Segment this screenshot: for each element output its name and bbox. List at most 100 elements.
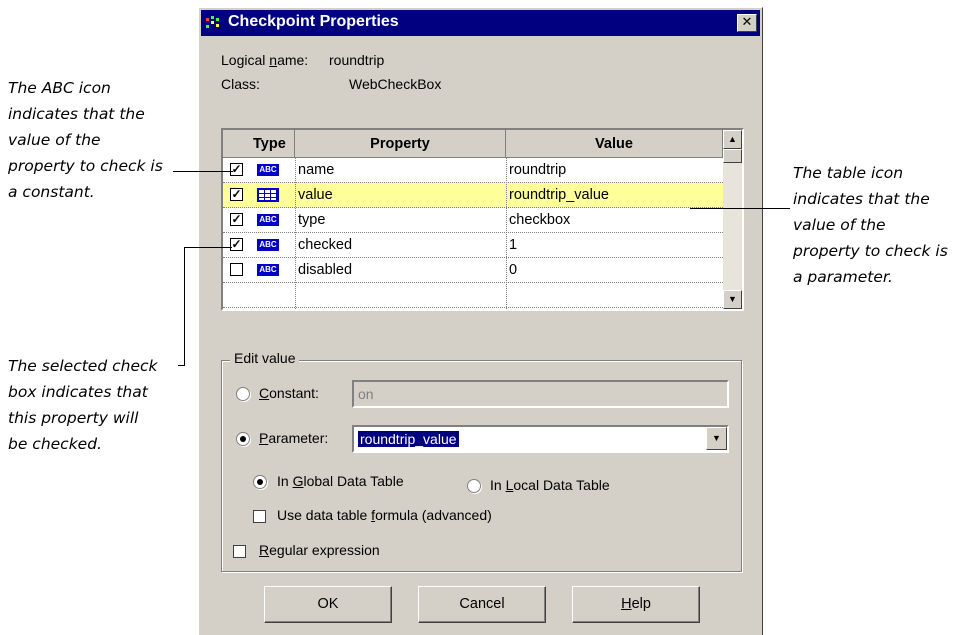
formula-checkbox[interactable]	[253, 510, 266, 523]
local-data-table-radio[interactable]	[467, 479, 481, 493]
abc-icon: ABC	[257, 164, 279, 176]
button-label: Cancel	[459, 596, 505, 612]
chevron-down-icon: ▼	[712, 433, 721, 443]
abc-icon-text: ABC	[259, 215, 277, 224]
check-icon: ✓	[231, 187, 242, 201]
edit-value-group-label: Edit value	[230, 350, 300, 366]
parameter-label[interactable]: Parameter:	[259, 430, 328, 446]
label-text: ormula (advanced)	[375, 507, 492, 523]
table-row-empty	[223, 283, 723, 308]
grid-header: Type Property Value	[223, 130, 723, 158]
close-icon: ✕	[741, 15, 753, 30]
ok-button[interactable]: OK	[264, 586, 392, 623]
label-text: C	[259, 385, 270, 401]
row-checkbox[interactable]	[230, 263, 243, 276]
column-header-value[interactable]: Value	[506, 130, 723, 158]
check-icon: ✓	[231, 237, 242, 251]
callout-line: value of the	[793, 216, 886, 234]
header-text: Property	[370, 136, 430, 152]
callout-line: value of the	[8, 131, 101, 149]
button-label: elp	[631, 596, 651, 612]
constant-radio[interactable]	[236, 387, 250, 401]
title-bar[interactable]: Checkpoint Properties ✕	[201, 10, 760, 36]
callout-line: indicates that the	[793, 190, 930, 208]
column-header-type[interactable]: Type	[223, 130, 295, 158]
dialog-title: Checkpoint Properties	[228, 13, 399, 30]
callout-line: be checked.	[8, 435, 102, 453]
dropdown-button[interactable]: ▼	[706, 427, 727, 450]
abc-icon: ABC	[257, 214, 279, 226]
global-data-table-label[interactable]: In Global Data Table	[277, 473, 404, 489]
callout-line: The table icon	[793, 164, 904, 182]
table-row[interactable]: ✓ value roundtrip_value	[223, 183, 723, 208]
row-checkbox[interactable]: ✓	[230, 188, 243, 201]
regular-expression-label[interactable]: Regular expression	[259, 542, 380, 558]
value-cell: 0	[509, 262, 518, 278]
leader-line	[173, 171, 233, 172]
class-value: WebCheckBox	[349, 76, 442, 92]
table-icon	[257, 188, 279, 202]
property-cell: checked	[298, 237, 353, 253]
check-icon: ✓	[231, 162, 242, 176]
table-row[interactable]: ✓ ABC name roundtrip	[223, 158, 723, 183]
table-row[interactable]: ABC disabled 0	[223, 258, 723, 283]
label-text: R	[259, 542, 270, 558]
label-text: G	[292, 473, 304, 489]
cancel-button[interactable]: Cancel	[418, 586, 546, 623]
leader-line	[184, 247, 232, 248]
table-row[interactable]: ✓ ABC checked 1	[223, 233, 723, 258]
value-cell: checkbox	[509, 212, 571, 228]
callout-table-icon: The table icon indicates that the value …	[793, 160, 948, 290]
abc-icon-text: ABC	[259, 165, 277, 174]
formula-label[interactable]: Use data table formula (advanced)	[277, 507, 492, 523]
row-checkbox[interactable]: ✓	[230, 213, 243, 226]
label-text: Use data table	[277, 507, 372, 523]
label-text: Logical	[221, 52, 270, 68]
help-button[interactable]: Help	[572, 586, 700, 623]
property-cell: disabled	[298, 262, 353, 278]
callout-line: a constant.	[8, 183, 95, 201]
label-text: In	[490, 477, 506, 493]
label-text: arameter:	[268, 430, 329, 446]
property-cell: name	[298, 162, 335, 178]
callout-line: box indicates that	[8, 383, 148, 401]
table-row[interactable]: ✓ ABC type checkbox	[223, 208, 723, 233]
column-header-property[interactable]: Property	[295, 130, 506, 158]
abc-icon: ABC	[257, 264, 279, 276]
check-icon: ✓	[231, 212, 242, 226]
parameter-select[interactable]: roundtrip_value ▼	[352, 425, 729, 453]
callout-line: a parameter.	[793, 268, 893, 286]
callout-abc-icon: The ABC icon indicates that the value of…	[8, 75, 163, 205]
value-cell: roundtrip_value	[509, 187, 609, 203]
local-data-table-label[interactable]: In Local Data Table	[490, 477, 610, 493]
leader-line	[178, 365, 185, 366]
vertical-scrollbar[interactable]: ▲ ▼	[723, 130, 742, 309]
label-text: ocal Data Table	[513, 477, 610, 493]
constant-input[interactable]: on	[352, 380, 729, 408]
row-checkbox[interactable]: ✓	[230, 163, 243, 176]
column-divider	[506, 158, 507, 309]
callout-line: The selected check	[8, 357, 158, 375]
property-cell: value	[298, 187, 333, 203]
parameter-radio[interactable]	[236, 432, 250, 446]
value-cell: roundtrip	[509, 162, 567, 178]
properties-grid: Type Property Value ✓ ABC name roundtrip…	[221, 128, 744, 311]
regular-expression-checkbox[interactable]	[233, 545, 246, 558]
logical-name-value: roundtrip	[329, 52, 385, 68]
checkpoint-icon	[206, 16, 219, 28]
close-button[interactable]: ✕	[737, 14, 757, 32]
abc-icon: ABC	[257, 239, 279, 251]
property-cell: type	[298, 212, 326, 228]
label-text: egular expression	[269, 542, 380, 558]
constant-label[interactable]: Constant:	[259, 385, 319, 401]
global-data-table-radio[interactable]	[253, 475, 267, 489]
callout-line: this property will	[8, 409, 139, 427]
row-checkbox[interactable]: ✓	[230, 238, 243, 251]
callout-line: indicates that the	[8, 105, 145, 123]
abc-icon-text: ABC	[259, 240, 277, 249]
class-label: Class:	[221, 76, 260, 92]
arrow-down-icon: ▼	[728, 294, 737, 304]
scroll-down-button[interactable]: ▼	[723, 290, 742, 309]
scroll-up-button[interactable]: ▲	[723, 130, 742, 149]
scroll-thumb[interactable]	[723, 149, 742, 163]
